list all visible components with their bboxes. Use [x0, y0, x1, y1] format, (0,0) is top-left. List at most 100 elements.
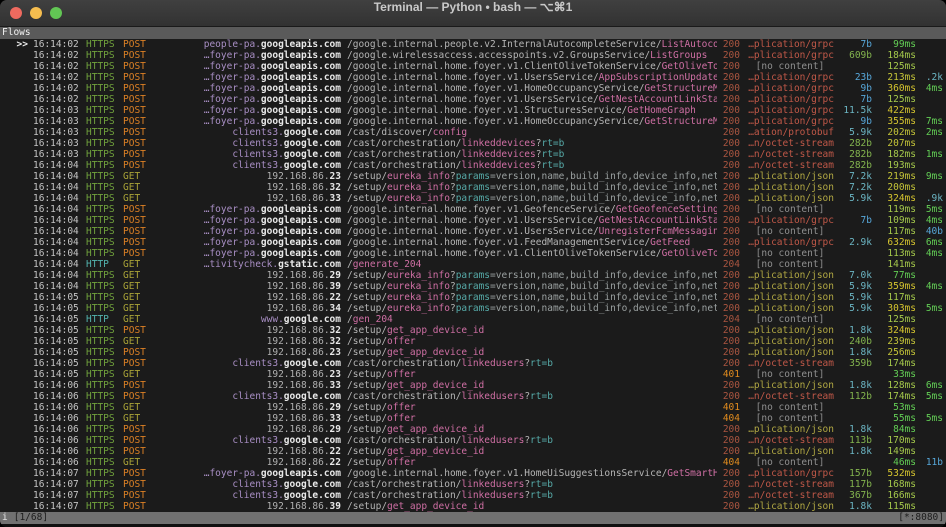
- scheme: HTTPS: [86, 402, 117, 413]
- flow-row[interactable]: 16:14:03HTTPSPOSTclients3.google.com/cas…: [0, 127, 946, 138]
- title-bar[interactable]: Terminal — Python • bash — ⌥⌘1: [0, 0, 946, 27]
- timestamp: 16:14:05: [33, 369, 80, 380]
- method: POST: [123, 83, 150, 94]
- path-prefix: /setup/: [347, 325, 387, 336]
- method: POST: [123, 39, 150, 50]
- request-path: /cast/orchestration/linkedusers?rt=b: [347, 358, 717, 369]
- host-ip-prefix: 192.168.86.: [267, 292, 330, 303]
- timestamp: 16:14:07: [33, 501, 80, 512]
- flow-list[interactable]: >>16:14:02HTTPSPOSTpeople-pa.googleapis.…: [0, 39, 946, 512]
- flow-row[interactable]: 16:14:04HTTPSGET192.168.86.23/setup/eure…: [0, 171, 946, 182]
- request-path: /google.internal.home.foyer.v1.HomeOccup…: [347, 116, 717, 127]
- host-domain: google.com: [284, 358, 341, 369]
- response-size: 117b: [839, 479, 872, 490]
- flow-row[interactable]: 16:14:02HTTPSPOST…foyer-pa.googleapis.co…: [0, 83, 946, 94]
- flow-row[interactable]: 16:14:05HTTPSPOST192.168.86.32/setup/get…: [0, 325, 946, 336]
- flow-row[interactable]: 16:14:05HTTPSGET192.168.86.22/setup/eure…: [0, 292, 946, 303]
- path-prefix: /cast/orchestration/: [347, 435, 461, 446]
- timestamp: 16:14:05: [33, 336, 80, 347]
- host-ip-last-octet: 39: [330, 501, 341, 512]
- flow-row[interactable]: 16:14:07HTTPSPOST…foyer-pa.googleapis.co…: [0, 468, 946, 479]
- content-type: [no content]: [746, 457, 834, 468]
- flow-row[interactable]: 16:14:06HTTPSGET192.168.86.29/setup/offe…: [0, 402, 946, 413]
- flow-row[interactable]: 16:14:07HTTPSPOST192.168.86.39/setup/get…: [0, 501, 946, 512]
- flow-row[interactable]: 16:14:03HTTPSPOSTclients3.google.com/cas…: [0, 138, 946, 149]
- host-subdomain: clients3.: [232, 358, 283, 369]
- flow-row[interactable]: 16:14:05HTTPSPOSTclients3.google.com/cas…: [0, 358, 946, 369]
- flow-row[interactable]: 16:14:05HTTPGETwww.google.com/gen_204204…: [0, 314, 946, 325]
- host: 192.168.86.33: [155, 413, 341, 424]
- host-subdomain: clients3.: [232, 149, 283, 160]
- flow-row[interactable]: 16:14:04HTTPSGET192.168.86.29/setup/eure…: [0, 270, 946, 281]
- flow-row[interactable]: 16:14:04HTTPSPOST…foyer-pa.googleapis.co…: [0, 215, 946, 226]
- flow-row[interactable]: 16:14:02HTTPSPOST…foyer-pa.googleapis.co…: [0, 50, 946, 61]
- duration: 99ms: [877, 39, 916, 50]
- host-subdomain: …foyer-pa.: [204, 61, 261, 72]
- flow-row[interactable]: 16:14:04HTTPSGET192.168.86.32/setup/eure…: [0, 182, 946, 193]
- flow-row[interactable]: 16:14:04HTTPSGET192.168.86.39/setup/eure…: [0, 281, 946, 292]
- scheme: HTTPS: [86, 105, 117, 116]
- host-subdomain: …foyer-pa.: [204, 72, 261, 83]
- scheme: HTTPS: [86, 193, 117, 204]
- request-path: /gen_204: [347, 314, 717, 325]
- flow-row[interactable]: 16:14:04HTTPSPOST…foyer-pa.googleapis.co…: [0, 204, 946, 215]
- flow-row[interactable]: 16:14:06HTTPSPOSTclients3.google.com/cas…: [0, 391, 946, 402]
- path-last-segment: config: [433, 127, 467, 138]
- host: …foyer-pa.googleapis.com: [155, 215, 341, 226]
- scheme: HTTPS: [86, 94, 117, 105]
- flow-row[interactable]: 16:14:02HTTPSPOST…foyer-pa.googleapis.co…: [0, 94, 946, 105]
- flow-row[interactable]: 16:14:05HTTPSGET192.168.86.32/setup/offe…: [0, 336, 946, 347]
- method: POST: [123, 215, 150, 226]
- path-last-segment: ListGroups: [650, 50, 707, 61]
- path-last-segment: GetStructureMode: [644, 116, 717, 127]
- host-ip-last-octet: 23: [330, 171, 341, 182]
- timestamp: 16:14:03: [33, 149, 80, 160]
- flow-row[interactable]: 16:14:06HTTPSPOST192.168.86.33/setup/get…: [0, 380, 946, 391]
- flow-row[interactable]: 16:14:03HTTPSPOSTclients3.google.com/cas…: [0, 149, 946, 160]
- content-type: …plication/json: [746, 501, 834, 512]
- flow-row[interactable]: 16:14:06HTTPSPOST192.168.86.29/setup/get…: [0, 424, 946, 435]
- host-domain: google.com: [284, 160, 341, 171]
- flow-row[interactable]: 16:14:05HTTPSPOST192.168.86.23/setup/get…: [0, 347, 946, 358]
- flow-row[interactable]: 16:14:04HTTPSPOST…foyer-pa.googleapis.co…: [0, 237, 946, 248]
- timestamp: 16:14:06: [33, 446, 80, 457]
- flow-row[interactable]: 16:14:02HTTPSPOST…foyer-pa.googleapis.co…: [0, 72, 946, 83]
- status-code: 200: [721, 435, 740, 446]
- response-size: 609b: [839, 50, 872, 61]
- flow-row[interactable]: 16:14:06HTTPSPOSTclients3.google.com/cas…: [0, 435, 946, 446]
- path-prefix: /setup/: [347, 424, 387, 435]
- flow-row[interactable]: 16:14:04HTTPSGET192.168.86.33/setup/eure…: [0, 193, 946, 204]
- flow-row[interactable]: 16:14:07HTTPSPOSTclients3.google.com/cas…: [0, 490, 946, 501]
- response-size: 5.9k: [839, 292, 872, 303]
- timestamp: 16:14:02: [33, 94, 80, 105]
- flow-row[interactable]: 16:14:02HTTPSPOST…foyer-pa.googleapis.co…: [0, 61, 946, 72]
- flow-row[interactable]: 16:14:06HTTPSGET192.168.86.33/setup/offe…: [0, 413, 946, 424]
- flow-row[interactable]: 16:14:04HTTPSPOST…foyer-pa.googleapis.co…: [0, 226, 946, 237]
- flow-row[interactable]: 16:14:06HTTPSGET192.168.86.22/setup/offe…: [0, 457, 946, 468]
- timestamp: 16:14:03: [33, 127, 80, 138]
- status-code: 200: [721, 105, 740, 116]
- scheme: HTTPS: [86, 61, 117, 72]
- scheme: HTTPS: [86, 479, 117, 490]
- flow-row[interactable]: 16:14:04HTTPGET…tivitycheck.gstatic.com/…: [0, 259, 946, 270]
- host-ip-prefix: 192.168.86.: [267, 281, 330, 292]
- path-last-segment: GetFeed: [650, 237, 690, 248]
- flow-row[interactable]: 16:14:03HTTPSPOST…foyer-pa.googleapis.co…: [0, 105, 946, 116]
- flow-row[interactable]: 16:14:05HTTPSGET192.168.86.34/setup/eure…: [0, 303, 946, 314]
- scheme: HTTPS: [86, 325, 117, 336]
- host-domain: google.com: [284, 435, 341, 446]
- status-code: 204: [721, 259, 740, 270]
- flow-row[interactable]: 16:14:03HTTPSPOST…foyer-pa.googleapis.co…: [0, 116, 946, 127]
- scheme: HTTPS: [86, 237, 117, 248]
- flow-row[interactable]: 16:14:06HTTPSPOST192.168.86.22/setup/get…: [0, 446, 946, 457]
- flow-row[interactable]: 16:14:07HTTPSPOSTclients3.google.com/cas…: [0, 479, 946, 490]
- status-code: 200: [721, 325, 740, 336]
- timestamp: 16:14:05: [33, 347, 80, 358]
- response-size: 7b: [839, 215, 872, 226]
- flow-row[interactable]: >>16:14:02HTTPSPOSTpeople-pa.googleapis.…: [0, 39, 946, 50]
- host-subdomain: …foyer-pa.: [204, 50, 261, 61]
- duration: 174ms: [877, 358, 916, 369]
- flow-row[interactable]: 16:14:05HTTPSGET192.168.86.23/setup/offe…: [0, 369, 946, 380]
- flow-row[interactable]: 16:14:04HTTPSPOSTclients3.google.com/cas…: [0, 160, 946, 171]
- flow-row[interactable]: 16:14:04HTTPSPOST…foyer-pa.googleapis.co…: [0, 248, 946, 259]
